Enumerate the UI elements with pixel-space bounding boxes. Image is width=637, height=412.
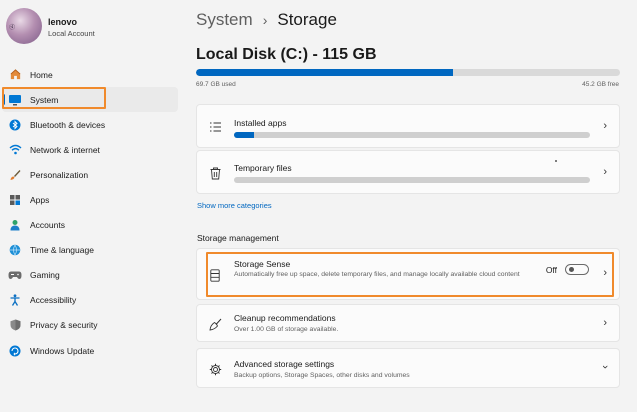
- sidebar-item-accounts[interactable]: Accounts: [2, 213, 178, 238]
- category-temporary-files[interactable]: Temporary files ›: [196, 150, 620, 194]
- category-bar: [234, 132, 590, 138]
- category-label: Installed apps: [234, 118, 287, 128]
- sidebar-item-bluetooth[interactable]: Bluetooth & devices: [2, 112, 178, 137]
- sidebar-item-home[interactable]: Home: [2, 62, 178, 87]
- shield-icon: [8, 318, 22, 332]
- bluetooth-icon: [8, 118, 22, 132]
- profile-name: lenovo: [48, 17, 78, 27]
- category-installed-apps[interactable]: Installed apps ›: [196, 104, 620, 148]
- storage-management-heading: Storage management: [197, 233, 279, 243]
- breadcrumb-separator: ›: [262, 12, 268, 28]
- breadcrumb-parent[interactable]: System: [196, 10, 253, 30]
- chevron-right-icon: ›: [603, 120, 607, 132]
- brush-icon: [8, 168, 22, 182]
- sidebar-item-personalization[interactable]: Personalization: [2, 162, 178, 187]
- sidebar-item-label: Bluetooth & devices: [30, 119, 106, 130]
- person-icon: [8, 218, 22, 232]
- sidebar-item-privacy-security[interactable]: Privacy & security: [2, 313, 178, 338]
- apps-icon: [8, 193, 22, 207]
- cleanup-title: Cleanup recommendations: [234, 313, 336, 323]
- disk-free-label: 45.2 GB free: [582, 81, 619, 88]
- category-bar-fill: [234, 132, 254, 138]
- category-label: Temporary files: [234, 163, 292, 173]
- gear-icon: [207, 361, 223, 377]
- wifi-icon: [8, 143, 22, 157]
- sidebar-item-accessibility[interactable]: Accessibility: [2, 288, 178, 313]
- sidebar-item-windows-update[interactable]: Windows Update: [2, 338, 178, 363]
- highlight-box-storage-sense: [206, 252, 614, 297]
- broom-icon: [207, 316, 223, 332]
- category-bar: [234, 177, 590, 183]
- advanced-storage-settings-card[interactable]: Advanced storage settings Backup options…: [196, 348, 620, 388]
- list-icon: [207, 119, 223, 135]
- sidebar-item-label: Privacy & security: [30, 320, 98, 331]
- gamepad-icon: [8, 268, 22, 282]
- sidebar-item-time-language[interactable]: Time & language: [2, 238, 178, 263]
- sidebar-item-label: Personalization: [30, 169, 89, 180]
- sidebar-item-gaming[interactable]: Gaming: [2, 263, 178, 288]
- trash-icon: [207, 165, 223, 181]
- sidebar-item-label: Home: [30, 69, 53, 80]
- sidebar-item-label: Windows Update: [30, 345, 95, 356]
- home-icon: [8, 68, 22, 82]
- disk-used-label: 69.7 GB used: [196, 81, 236, 88]
- sidebar-item-label: Network & internet: [30, 144, 100, 155]
- disk-title: Local Disk (C:) - 115 GB: [196, 46, 377, 63]
- sidebar-item-label: Time & language: [30, 245, 94, 256]
- sidebar-item-network[interactable]: Network & internet: [2, 137, 178, 162]
- update-icon: [8, 344, 22, 358]
- globe-clock-icon: [8, 243, 22, 257]
- advanced-title: Advanced storage settings: [234, 359, 335, 369]
- avatar: Ⓥ: [6, 8, 42, 44]
- sidebar-item-label: Gaming: [30, 270, 60, 281]
- stray-dot: [555, 160, 557, 162]
- user-profile[interactable]: Ⓥ lenovo Local Account: [6, 8, 176, 48]
- sidebar-item-label: Accessibility: [30, 295, 77, 306]
- accessibility-icon: [8, 293, 22, 307]
- breadcrumb: System › Storage: [196, 10, 337, 30]
- show-more-categories-link[interactable]: Show more categories: [197, 201, 272, 210]
- sidebar-item-label: Apps: [30, 195, 50, 206]
- chevron-down-icon: ›: [599, 365, 612, 369]
- cleanup-recommendations-card[interactable]: Cleanup recommendations Over 1.00 GB of …: [196, 304, 620, 342]
- highlight-box-system: [2, 87, 106, 109]
- disk-usage-bar: [196, 69, 620, 76]
- chevron-right-icon: ›: [603, 317, 607, 329]
- page-title: Storage: [277, 10, 337, 29]
- sidebar-item-apps[interactable]: Apps: [2, 187, 178, 212]
- sidebar: Ⓥ lenovo Local Account Home System Bluet…: [0, 0, 182, 412]
- cleanup-description: Over 1.00 GB of storage available.: [234, 326, 339, 333]
- disk-usage-fill: [196, 69, 453, 76]
- sidebar-item-label: Accounts: [30, 220, 65, 231]
- chevron-right-icon: ›: [603, 166, 607, 178]
- profile-account-type: Local Account: [48, 29, 95, 38]
- advanced-description: Backup options, Storage Spaces, other di…: [234, 372, 410, 379]
